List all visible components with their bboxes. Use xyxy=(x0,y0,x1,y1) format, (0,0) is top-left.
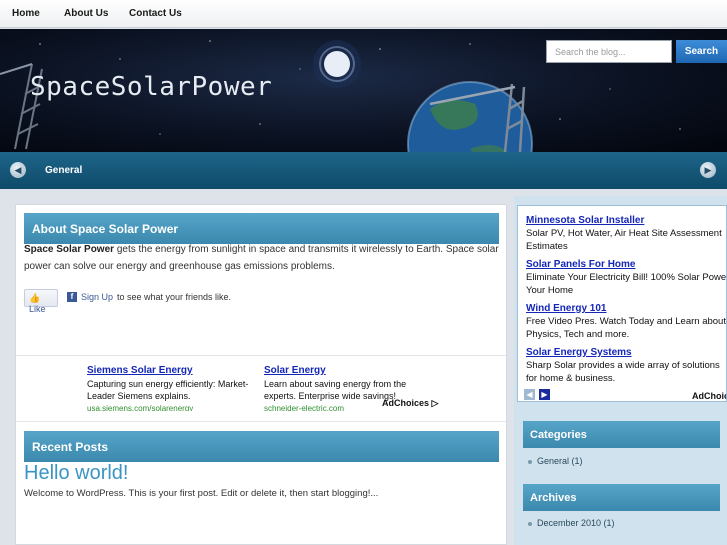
adchoices-icon: ▷ xyxy=(431,398,439,408)
facebook-icon: f xyxy=(67,292,77,302)
nav-about-link[interactable]: About Us xyxy=(64,8,108,19)
categories-heading: Categories xyxy=(523,421,720,448)
sidebar-ad-title[interactable]: Solar Energy Systems xyxy=(526,346,726,359)
sidebar-ad-title[interactable]: Solar Panels For Home xyxy=(526,258,726,271)
sidebar-adchoices-link[interactable]: AdChoices xyxy=(692,391,726,401)
sidebar-ad-4[interactable]: Solar Energy Systems Sharp Solar provide… xyxy=(526,346,726,385)
facebook-like-button[interactable]: 👍 Like xyxy=(24,289,58,314)
main-content: About Space Solar Power Space Solar Powe… xyxy=(15,204,507,545)
content-ad-desc: Capturing sun energy efficiently: Market… xyxy=(87,378,249,402)
category-list-item[interactable]: General (1) xyxy=(528,456,583,466)
search-button[interactable]: Search xyxy=(676,40,727,63)
facebook-signup-link[interactable]: Sign Up xyxy=(81,292,113,302)
archive-link[interactable]: December 2010 (1) xyxy=(537,518,615,528)
category-general-link[interactable]: General xyxy=(45,165,82,176)
archive-list-item[interactable]: December 2010 (1) xyxy=(528,518,615,528)
category-bar: ◀ General ▶ xyxy=(0,152,727,189)
left-arrow-icon[interactable]: ◀ xyxy=(10,162,26,178)
post-excerpt: Welcome to WordPress. This is your first… xyxy=(24,488,379,499)
sidebar-ad-desc: Eliminate Your Electricity Bill! 100% So… xyxy=(526,272,727,296)
recent-posts-heading: Recent Posts xyxy=(24,431,499,462)
site-title[interactable]: SpaceSolarPower xyxy=(30,72,272,102)
facebook-like-label: Like xyxy=(29,304,46,314)
divider xyxy=(16,355,506,356)
right-arrow-icon[interactable]: ▶ xyxy=(700,162,716,178)
bullet-icon xyxy=(528,521,532,526)
site-header: SpaceSolarPower Search xyxy=(0,29,727,152)
adchoices-link[interactable]: AdChoices ▷ xyxy=(382,398,438,409)
adchoices-label: AdChoices xyxy=(382,398,430,408)
content-ad-1[interactable]: Siemens Solar Energy Capturing sun energ… xyxy=(87,365,257,411)
ad-next-icon[interactable]: ▶ xyxy=(539,389,550,400)
facebook-like-row: 👍 Like f Sign Up to see what your friend… xyxy=(24,289,494,314)
about-bold-lead: Space Solar Power xyxy=(24,244,115,255)
sidebar-ad-title[interactable]: Minnesota Solar Installer xyxy=(526,214,726,227)
sidebar-ad-3[interactable]: Wind Energy 101 Free Video Pres. Watch T… xyxy=(526,302,726,341)
archives-heading: Archives xyxy=(523,484,720,511)
content-ad-title[interactable]: Solar Energy xyxy=(264,365,434,378)
sidebar-ad-desc: Solar PV, Hot Water, Air Heat Site Asses… xyxy=(526,228,722,252)
sidebar-ad-1[interactable]: Minnesota Solar Installer Solar PV, Hot … xyxy=(526,214,726,253)
divider xyxy=(16,421,506,422)
sidebar-ad-2[interactable]: Solar Panels For Home Eliminate Your Ele… xyxy=(526,258,727,297)
about-text: Space Solar Power gets the energy from s… xyxy=(24,242,502,275)
sidebar-ad-desc: Sharp Solar provides a wide array of sol… xyxy=(526,360,720,384)
content-ad-title[interactable]: Siemens Solar Energy xyxy=(87,365,257,378)
sidebar-ad-block: Minnesota Solar Installer Solar PV, Hot … xyxy=(517,205,727,402)
nav-contact-link[interactable]: Contact Us xyxy=(129,8,182,19)
thumbs-up-icon: 👍 xyxy=(29,293,41,303)
ad-prev-icon[interactable]: ◀ xyxy=(524,389,535,400)
content-ad-url[interactable]: usa.siemens.com/solarenergy xyxy=(87,403,257,411)
bullet-icon xyxy=(528,459,532,464)
category-link[interactable]: General (1) xyxy=(537,456,583,466)
nav-home-link[interactable]: Home xyxy=(12,8,40,19)
search-input[interactable] xyxy=(546,40,672,63)
post-title-link[interactable]: Hello world! xyxy=(24,462,128,485)
sidebar-ad-desc: Free Video Pres. Watch Today and Learn a… xyxy=(526,316,726,340)
sidebar-ad-title[interactable]: Wind Energy 101 xyxy=(526,302,726,315)
top-navigation: Home About Us Contact Us xyxy=(0,0,727,28)
facebook-signup-text: to see what your friends like. xyxy=(117,292,232,302)
about-heading: About Space Solar Power xyxy=(24,213,499,244)
